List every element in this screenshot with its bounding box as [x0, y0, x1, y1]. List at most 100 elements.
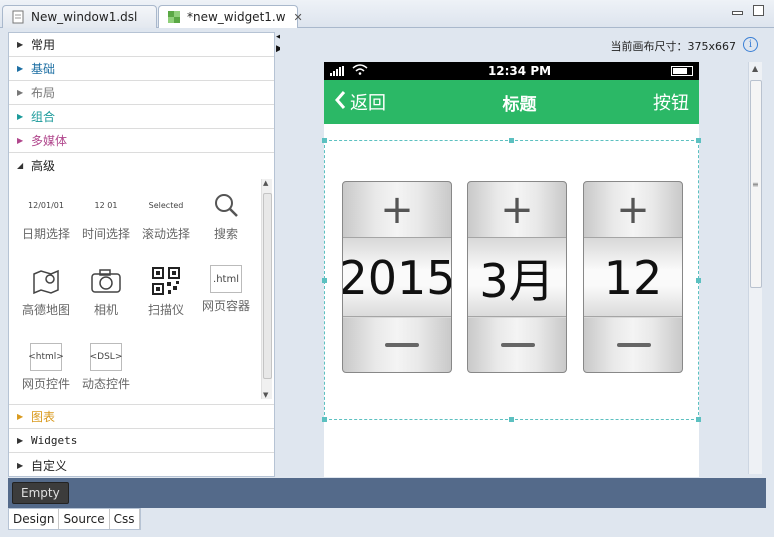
minus-icon	[617, 343, 651, 347]
scroll-grip-icon: ≡	[752, 180, 759, 189]
file-icon	[11, 10, 25, 24]
battery-icon	[671, 66, 693, 76]
picker-day[interactable]: + 12	[583, 181, 683, 373]
tab-new-widget1[interactable]: *new_widget1.w ✕	[158, 5, 303, 28]
editor-mode-tabs: Design Source Css	[8, 508, 141, 530]
nav-right-button[interactable]: 按钮	[653, 89, 689, 115]
html-control-icon: <html>	[28, 343, 64, 371]
properties-bar: Empty	[8, 478, 766, 508]
selected-widget-outline[interactable]: + 2015 + 3月 + 12	[322, 138, 701, 422]
design-canvas: 当前画布尺寸：375x667 i 12:34 PM 返回 标题 按钮 + 201…	[280, 32, 766, 477]
phone-content: + 2015 + 3月 + 12	[322, 124, 701, 477]
scroll-up-icon[interactable]: ▲	[263, 179, 268, 187]
maximize-button[interactable]	[753, 5, 764, 16]
increment-year-button[interactable]: +	[343, 182, 451, 238]
scrollbar-thumb[interactable]	[263, 193, 272, 379]
component-camera[interactable]: 相机	[75, 265, 137, 318]
info-icon[interactable]: i	[743, 37, 758, 52]
window-controls	[732, 5, 764, 16]
component-scroll-picker[interactable]: Selected 滚动选择	[135, 189, 197, 242]
expand-arrow-icon: ▶	[17, 436, 24, 445]
minimize-button[interactable]	[732, 11, 743, 15]
resize-handle[interactable]	[509, 138, 514, 143]
scroll-picker-icon: Selected	[148, 200, 184, 210]
resize-handle[interactable]	[322, 278, 327, 283]
resize-handle[interactable]	[696, 138, 701, 143]
resize-handle[interactable]	[322, 138, 327, 143]
category-multimedia[interactable]: ▶ 多媒体	[9, 129, 274, 153]
wifi-icon	[352, 64, 368, 78]
picker-year[interactable]: + 2015	[342, 181, 452, 373]
increment-month-button[interactable]: +	[468, 182, 566, 238]
expand-arrow-icon: ▶	[17, 412, 24, 421]
decrement-year-button[interactable]	[343, 316, 451, 372]
category-layout[interactable]: ▶ 布局	[9, 81, 274, 105]
phone-preview: 12:34 PM 返回 标题 按钮 + 2015 + 3月 + 12	[322, 62, 701, 477]
tab-label: *new_widget1.w	[187, 10, 286, 24]
editor-tab-bar: New_window1.dsl *new_widget1.w ✕	[0, 0, 774, 28]
qr-code-icon	[146, 265, 186, 297]
category-custom[interactable]: ▶ 自定义	[9, 453, 274, 477]
dsl-icon: <DSL>	[90, 343, 122, 371]
category-widgets[interactable]: ▶ Widgets	[9, 429, 274, 453]
decrement-day-button[interactable]	[584, 316, 682, 372]
advanced-components: 12/01/01 日期选择 12 01 时间选择 Selected 滚动选择 搜…	[9, 177, 274, 405]
tab-css[interactable]: Css	[110, 509, 140, 529]
category-advanced[interactable]: ◢ 高级	[9, 153, 274, 177]
category-common[interactable]: ▶ 常用	[9, 33, 274, 57]
expand-arrow-icon: ▶	[17, 460, 24, 470]
expand-arrow-icon: ▶	[17, 136, 24, 145]
back-button[interactable]: 返回	[334, 89, 386, 115]
empty-button[interactable]: Empty	[12, 482, 69, 504]
scroll-down-icon[interactable]: ▼	[263, 391, 268, 399]
signal-icon	[330, 66, 344, 76]
date-picker-icon: 12/01/01	[28, 200, 64, 210]
expand-arrow-icon: ▶	[17, 112, 24, 121]
status-time: 12:34 PM	[487, 64, 552, 78]
tab-label: New_window1.dsl	[31, 10, 138, 24]
back-label: 返回	[350, 93, 386, 114]
category-combo[interactable]: ▶ 组合	[9, 105, 274, 129]
resize-handle[interactable]	[322, 417, 327, 422]
tab-source[interactable]: Source	[59, 509, 110, 529]
year-value: 2015	[343, 238, 451, 318]
component-time-picker[interactable]: 12 01 时间选择	[75, 189, 137, 242]
component-search[interactable]: 搜索	[195, 189, 257, 242]
component-dynamic-control[interactable]: <DSL> 动态控件	[75, 343, 137, 392]
expand-arrow-icon: ▶	[17, 88, 24, 97]
html-icon: .html	[210, 265, 242, 293]
tab-design[interactable]: Design	[9, 509, 60, 529]
increment-day-button[interactable]: +	[584, 182, 682, 238]
close-tab-icon[interactable]: ✕	[294, 11, 303, 24]
expand-arrow-icon: ▶	[17, 40, 24, 49]
time-picker-icon: 12 01	[94, 200, 118, 210]
nav-bar: 返回 标题 按钮	[324, 80, 699, 124]
scroll-up-icon[interactable]: ▲	[752, 64, 758, 73]
decrement-month-button[interactable]	[468, 316, 566, 372]
component-palette: ▶ 常用 ▶ 基础 ▶ 布局 ▶ 组合 ▶ 多媒体 ◢ 高级 12/01/01 …	[8, 32, 275, 477]
component-date-picker[interactable]: 12/01/01 日期选择	[15, 189, 77, 242]
resize-handle[interactable]	[696, 417, 701, 422]
category-basic[interactable]: ▶ 基础	[9, 57, 274, 81]
minus-icon	[385, 343, 419, 347]
resize-handle[interactable]	[509, 417, 514, 422]
component-web-control[interactable]: <html> 网页控件	[15, 343, 77, 392]
category-chart[interactable]: ▶ 图表	[9, 405, 274, 429]
status-bar: 12:34 PM	[324, 62, 699, 80]
tab-new-window1[interactable]: New_window1.dsl	[2, 5, 157, 28]
component-web-container[interactable]: .html 网页容器	[195, 265, 257, 314]
page-title: 标题	[502, 94, 537, 115]
component-scanner[interactable]: 扫描仪	[135, 265, 197, 318]
day-value: 12	[584, 238, 682, 318]
canvas-size-label: 当前画布尺寸：375x667	[610, 40, 736, 53]
month-value: 3月	[468, 238, 566, 318]
map-icon	[26, 265, 66, 297]
picker-month[interactable]: + 3月	[467, 181, 567, 373]
widget-file-icon	[167, 10, 181, 24]
component-amap[interactable]: 高德地图	[15, 265, 77, 318]
camera-icon	[86, 265, 126, 297]
palette-scrollbar[interactable]: ▲ ▼	[261, 179, 272, 399]
minus-icon	[501, 343, 535, 347]
canvas-scrollbar[interactable]: ▲ ≡	[748, 62, 762, 474]
resize-handle[interactable]	[696, 278, 701, 283]
